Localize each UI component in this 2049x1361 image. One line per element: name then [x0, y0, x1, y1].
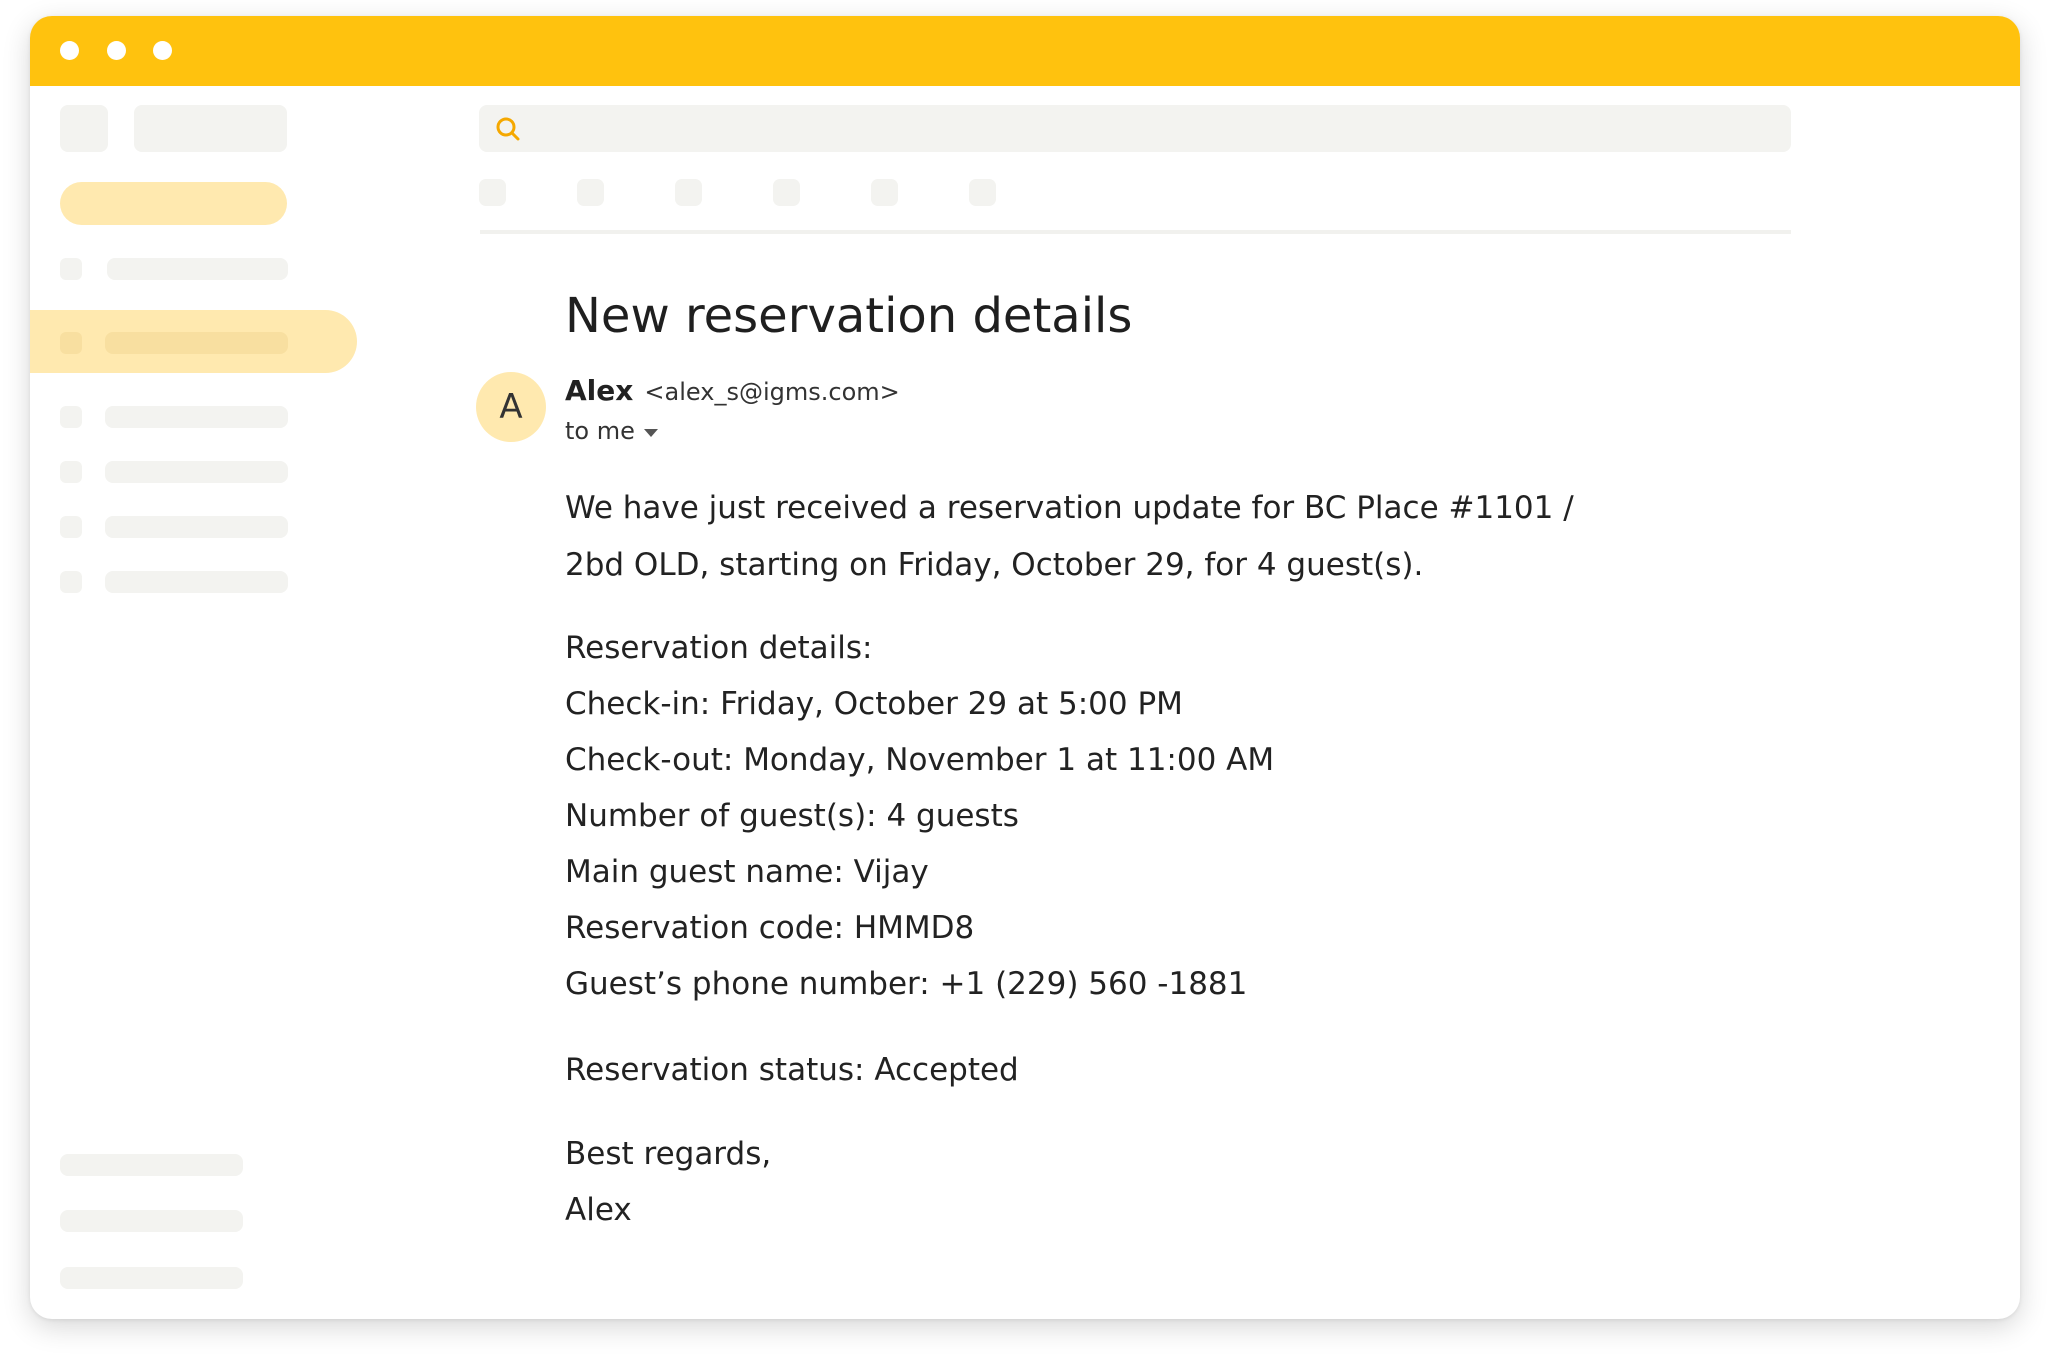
chevron-down-icon[interactable]: [643, 429, 658, 437]
menu-placeholder[interactable]: [60, 105, 108, 152]
signature: Alex: [565, 1192, 632, 1228]
recipient-label: to me: [565, 417, 635, 445]
compose-button[interactable]: [60, 182, 287, 225]
sidebar-item-icon: [60, 516, 82, 538]
details-heading: Reservation details:: [565, 630, 873, 666]
sidebar-item-3[interactable]: [105, 406, 288, 428]
toolbar-button[interactable]: [479, 179, 506, 206]
window-dot-icon[interactable]: [153, 41, 172, 60]
title-bar: [30, 16, 2020, 86]
body-intro-line-2: 2bd OLD, starting on Friday, October 29,…: [565, 547, 1424, 583]
reservation-status: Reservation status: Accepted: [565, 1052, 1019, 1088]
window-dot-icon[interactable]: [60, 41, 79, 60]
details-line-phone: Guest’s phone number: +1 (229) 560 -1881: [565, 966, 1248, 1002]
mail-window: New reservation details A Alex <alex_s@i…: [30, 16, 2020, 1319]
sidebar-item-5[interactable]: [105, 516, 288, 538]
details-line-code: Reservation code: HMMD8: [565, 910, 975, 946]
avatar[interactable]: A: [476, 372, 546, 442]
details-line-guests: Number of guest(s): 4 guests: [565, 798, 1019, 834]
recipient-toggle[interactable]: to me: [565, 417, 658, 445]
window-dot-icon[interactable]: [107, 41, 126, 60]
sidebar-item-6[interactable]: [105, 571, 288, 593]
closing: Best regards,: [565, 1136, 772, 1172]
sidebar-item-icon: [60, 571, 82, 593]
search-bar[interactable]: [479, 105, 1791, 152]
sender-name[interactable]: Alex: [565, 374, 633, 407]
sidebar-item-icon: [60, 406, 82, 428]
sidebar-item-icon: [60, 461, 82, 483]
toolbar-divider: [480, 230, 1791, 234]
sidebar-footer-item-3[interactable]: [60, 1267, 243, 1289]
details-line-guest-name: Main guest name: Vijay: [565, 854, 929, 890]
sidebar-item-1[interactable]: [107, 258, 288, 280]
body-intro-line-1: We have just received a reservation upda…: [565, 490, 1574, 526]
logo-placeholder: [134, 105, 287, 152]
sidebar-footer-item-1[interactable]: [60, 1154, 243, 1176]
toolbar-button[interactable]: [969, 179, 996, 206]
sender: Alex <alex_s@igms.com>: [565, 374, 900, 407]
sender-email: <alex_s@igms.com>: [644, 378, 900, 406]
details-line-checkin: Check-in: Friday, October 29 at 5:00 PM: [565, 686, 1183, 722]
toolbar-button[interactable]: [675, 179, 702, 206]
sidebar-item-4[interactable]: [105, 461, 288, 483]
sidebar-item-active-label: [105, 332, 288, 354]
sidebar-item-icon: [60, 332, 82, 354]
toolbar-button[interactable]: [577, 179, 604, 206]
details-line-checkout: Check-out: Monday, November 1 at 11:00 A…: [565, 742, 1275, 778]
search-icon: [496, 117, 520, 141]
sidebar-footer-item-2[interactable]: [60, 1210, 243, 1232]
sidebar-item-icon: [60, 258, 82, 280]
toolbar-button[interactable]: [871, 179, 898, 206]
email-subject: New reservation details: [565, 288, 1133, 344]
toolbar-button[interactable]: [773, 179, 800, 206]
